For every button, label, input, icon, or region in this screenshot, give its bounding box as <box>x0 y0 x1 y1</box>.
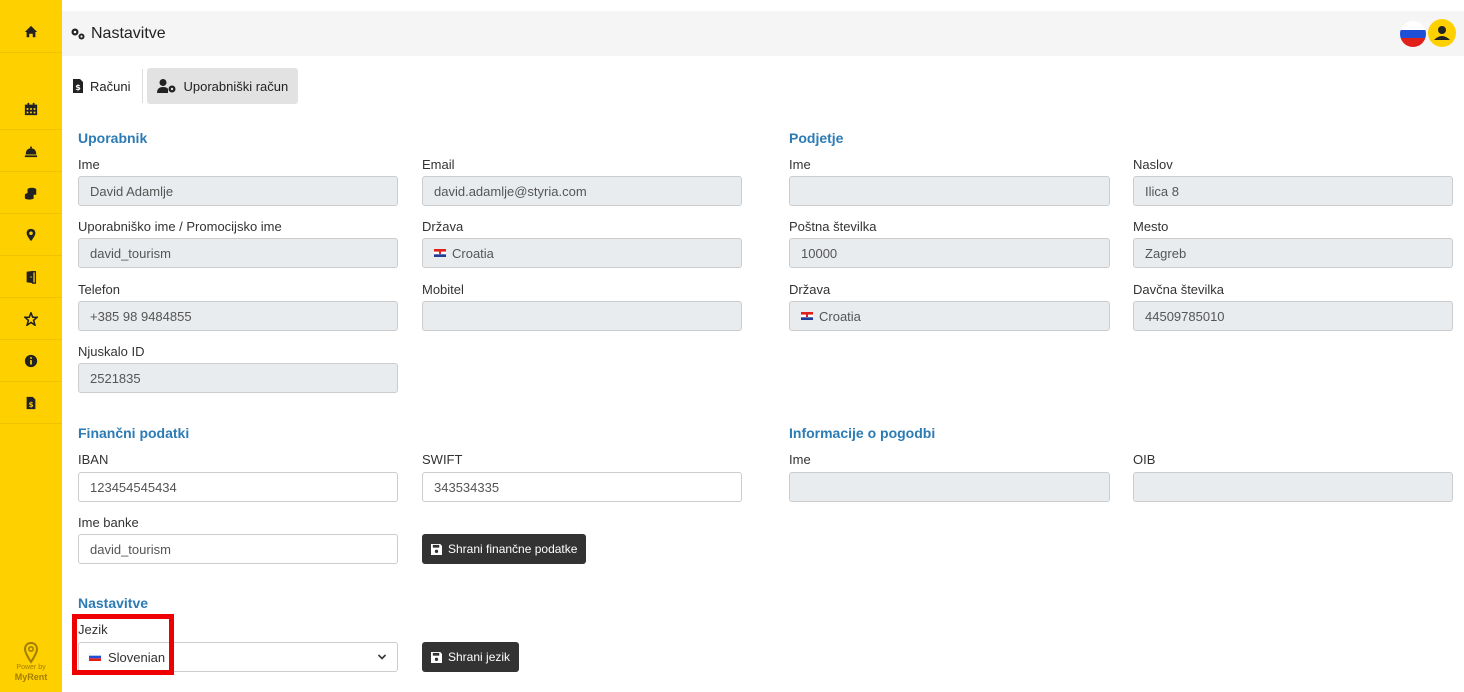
calendar-icon <box>24 102 38 115</box>
city-field[interactable]: Zagreb <box>1133 238 1453 268</box>
user-name-field[interactable]: David Adamlje <box>78 176 398 206</box>
sidebar-item-home[interactable] <box>0 11 62 53</box>
sidebar-item-invoices[interactable]: $ <box>0 382 62 424</box>
finance-section-title: Finančni podatki <box>78 425 190 441</box>
tab-divider <box>142 69 144 103</box>
map-marker-icon <box>26 228 36 241</box>
save-finance-label: Shrani finančne podatke <box>448 542 578 556</box>
contract-section-title: Informacije o pogodbi <box>789 425 936 441</box>
myrent-logo: Power by MyRent <box>0 642 62 692</box>
njuskalo-field[interactable]: 2521835 <box>78 363 398 393</box>
sidebar-item-finance[interactable] <box>0 172 62 214</box>
star-icon <box>24 311 38 326</box>
company-country-value: Croatia <box>819 308 861 324</box>
user-section-title: Uporabnik <box>78 130 148 146</box>
company-section-title: Podjetje <box>789 130 844 146</box>
sidebar-item-calendar[interactable] <box>0 88 62 130</box>
floppy-disk-icon <box>431 651 442 663</box>
iban-label: IBAN <box>78 452 109 467</box>
tax-field[interactable]: 44509785010 <box>1133 301 1453 331</box>
svg-text:$: $ <box>75 83 81 92</box>
tab-invoices[interactable]: $ Računi <box>62 68 140 104</box>
page-title: Nastavitve <box>91 24 166 42</box>
sidebar-item-rooms[interactable] <box>0 256 62 298</box>
save-finance-button[interactable]: Shrani finančne podatke <box>422 534 587 564</box>
tax-label: Davčna številka <box>1133 282 1225 297</box>
tab-user-account[interactable]: Uporabniški račun <box>147 68 299 104</box>
user-cog-icon <box>157 79 176 93</box>
company-country-label: Država <box>789 282 831 297</box>
bell-icon <box>24 146 38 157</box>
swift-input[interactable]: 343534335 <box>422 472 742 502</box>
email-field[interactable]: david.adamlje@styria.com <box>422 176 742 206</box>
invoice-icon: $ <box>26 396 36 409</box>
postal-label: Poštna številka <box>789 219 877 234</box>
user-country-label: Država <box>422 219 464 234</box>
pin-logo-icon <box>23 642 39 664</box>
username-field[interactable]: david_tourism <box>78 238 398 268</box>
home-icon <box>24 25 38 37</box>
contract-name-field[interactable] <box>789 472 1110 502</box>
croatia-flag-icon <box>434 249 446 257</box>
company-name-label: Ime <box>789 157 811 172</box>
top-bar: Nastavitve <box>62 11 1464 56</box>
oib-label: OIB <box>1133 452 1156 467</box>
slovenia-flag-icon <box>1400 21 1426 47</box>
swift-label: SWIFT <box>422 452 463 467</box>
gears-icon <box>71 28 85 39</box>
postal-field[interactable]: 10000 <box>789 238 1110 268</box>
bank-label: Ime banke <box>78 515 139 530</box>
phone-field[interactable]: +385 98 9484855 <box>78 301 398 331</box>
settings-section-title: Nastavitve <box>78 595 149 611</box>
coins-icon <box>24 187 37 200</box>
username-label: Uporabniško ime / Promocijsko ime <box>78 219 282 234</box>
brand-text: MyRent <box>14 672 48 682</box>
iban-input[interactable]: 123454545434 <box>78 472 398 502</box>
save-language-label: Shrani jezik <box>448 650 511 664</box>
city-label: Mesto <box>1133 219 1169 234</box>
tab-bar: $ Računi Uporabniški račun <box>62 68 299 104</box>
chevron-down-icon <box>377 654 387 660</box>
user-country-value: Croatia <box>452 245 494 261</box>
sidebar-item-info[interactable] <box>0 340 62 382</box>
company-country-field[interactable]: Croatia <box>789 301 1110 331</box>
sidebar: $ Power by MyRent <box>0 0 62 692</box>
user-menu-button[interactable] <box>1428 19 1456 47</box>
svg-text:$: $ <box>29 400 34 408</box>
company-name-field[interactable] <box>789 176 1110 206</box>
email-label: Email <box>422 157 455 172</box>
sidebar-item-reviews[interactable] <box>0 298 62 340</box>
mobile-label: Mobitel <box>422 282 464 297</box>
address-field[interactable]: Ilica 8 <box>1133 176 1453 206</box>
power-by-text: Power by <box>16 664 46 671</box>
highlight-box <box>72 614 174 675</box>
user-icon <box>1429 20 1455 46</box>
tab-user-account-label: Uporabniški račun <box>183 78 289 94</box>
address-label: Naslov <box>1133 157 1173 172</box>
oib-field[interactable] <box>1133 472 1453 502</box>
door-icon <box>26 270 37 284</box>
tab-invoices-label: Računi <box>90 78 131 94</box>
invoice-icon: $ <box>73 79 83 93</box>
contract-name-label: Ime <box>789 452 811 467</box>
floppy-disk-icon <box>431 543 442 555</box>
croatia-flag-icon <box>801 312 813 320</box>
save-language-button[interactable]: Shrani jezik <box>422 642 520 672</box>
user-name-label: Ime <box>78 157 100 172</box>
mobile-field[interactable] <box>422 301 742 331</box>
language-flag-button[interactable] <box>1400 21 1426 47</box>
bank-input[interactable]: david_tourism <box>78 534 398 564</box>
user-country-field[interactable]: Croatia <box>422 238 742 268</box>
info-icon <box>24 354 38 367</box>
njuskalo-label: Njuskalo ID <box>78 344 145 359</box>
sidebar-item-location[interactable] <box>0 214 62 256</box>
sidebar-item-reception[interactable] <box>0 130 62 172</box>
phone-label: Telefon <box>78 282 120 297</box>
